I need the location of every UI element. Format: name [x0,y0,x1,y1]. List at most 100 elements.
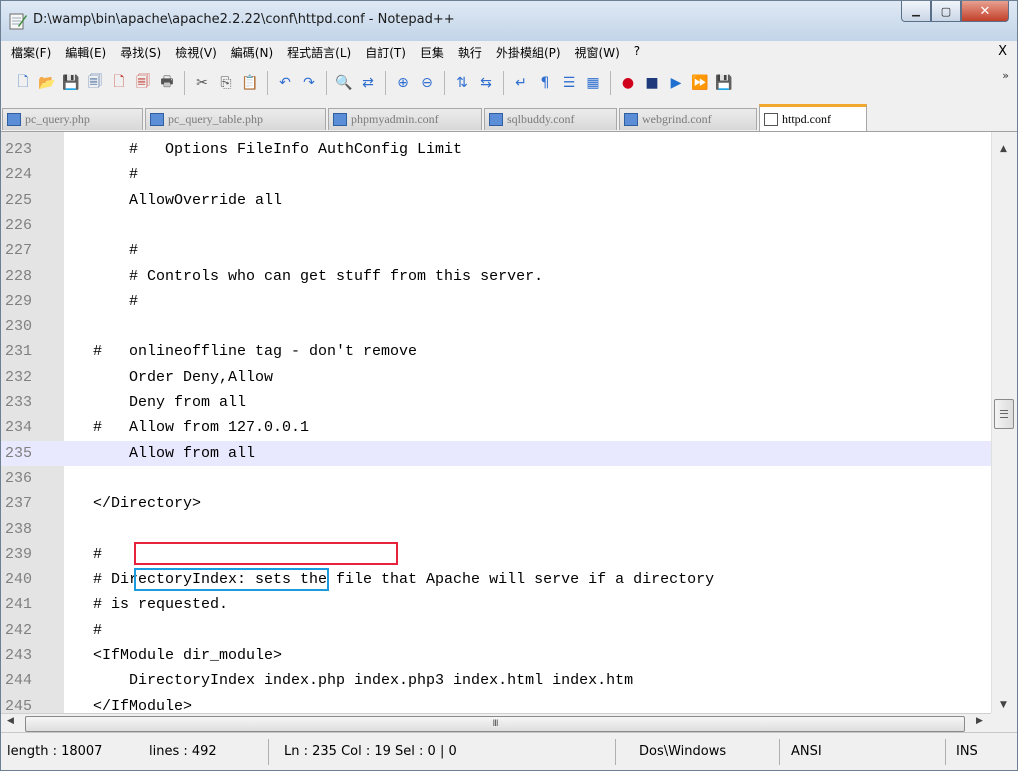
code-line[interactable]: 230 [1,314,991,339]
code-line[interactable]: 233 Deny from all [1,390,991,415]
line-number: 237 [5,495,33,513]
close-document-icon[interactable]: X [998,44,1007,59]
menu-item[interactable]: 視窗(W) [568,44,627,61]
menu-item[interactable]: 程式語言(L) [280,44,358,61]
redo-button[interactable]: ↷ [299,73,319,93]
code-line[interactable]: 223 # Options FileInfo AuthConfig Limit [1,137,991,162]
code-line[interactable]: 236 [1,466,991,491]
scroll-down-icon[interactable]: ▼ [1000,700,1007,710]
notepadpp-window: D:\wamp\bin\apache\apache2.2.22\conf\htt… [0,0,1018,771]
word-wrap-icon: ↵ [515,75,527,91]
line-number: 232 [5,368,33,386]
scroll-left-icon[interactable]: ◀ [7,716,14,726]
scroll-up-icon[interactable]: ▲ [1000,144,1007,154]
open-file-button[interactable]: 📂 [37,73,57,93]
status-length: length : 18007 [7,744,103,759]
maximize-button[interactable]: ▢ [931,1,961,22]
current-line[interactable]: 235 Allow from all [1,440,991,466]
paste-button[interactable]: 📋 [240,73,260,93]
menu-item[interactable]: 自訂(T) [358,44,413,61]
sync-horizontal-button[interactable]: ⇆ [476,73,496,93]
close-file-button[interactable]: 🗋 [109,73,129,93]
menu-item[interactable]: 編碼(N) [224,44,280,61]
menu-item[interactable]: 檢視(V) [168,44,224,61]
undo-button[interactable]: ↶ [275,73,295,93]
line-number: 231 [5,343,33,361]
replace-button[interactable]: ⇄ [358,73,378,93]
code-line[interactable]: 244 DirectoryIndex index.php index.php3 … [1,668,991,693]
code-line[interactable]: 226 [1,213,991,238]
file-icon [7,113,21,126]
toolbar-separator [385,71,386,95]
tab-phpmyadmin-conf[interactable]: phpmyadmin.conf [328,108,482,130]
toolbar-separator [267,71,268,95]
tab-pc-query-table-php[interactable]: pc_query_table.php [145,108,326,130]
notepadpp-app-icon [9,13,27,30]
tab-webgrind-conf[interactable]: webgrind.conf [619,108,757,130]
line-text: Order Deny,Allow [93,368,274,386]
line-text: # [93,166,139,184]
line-number: 240 [5,571,33,589]
scroll-right-icon[interactable]: ▶ [976,716,983,726]
minimize-button[interactable]: ▁ [901,1,931,22]
word-wrap-button[interactable]: ↵ [511,73,531,93]
sync-horizontal-icon: ⇆ [480,75,492,91]
editor-area[interactable]: 223 # Options FileInfo AuthConfig Limit 2… [1,131,1017,715]
code-line[interactable]: 227 # [1,238,991,263]
close-window-button[interactable]: ✕ [961,1,1009,22]
menu-item[interactable]: ? [627,44,647,61]
code-line[interactable]: 238 [1,517,991,542]
sync-vertical-button[interactable]: ⇅ [452,73,472,93]
doc-map-button[interactable]: ▦ [583,73,603,93]
menu-item[interactable]: 巨集 [413,44,451,61]
macro-stop-button[interactable]: ■ [642,73,662,93]
zoom-in-button[interactable]: ⊕ [393,73,413,93]
tab-sqlbuddy-conf[interactable]: sqlbuddy.conf [484,108,617,130]
menu-item[interactable]: 外掛模組(P) [489,44,568,61]
copy-button[interactable]: ⎘ [216,73,236,93]
code-line[interactable]: 234 # Allow from 127.0.0.1 [1,415,991,440]
cut-button[interactable]: ✂ [192,73,212,93]
tab-label: phpmyadmin.conf [351,112,439,126]
menu-item[interactable]: 執行 [451,44,489,61]
code-line[interactable]: 231 # onlineoffline tag - don't remove [1,339,991,364]
show-all-chars-button[interactable]: ¶ [535,73,555,93]
macro-save-icon: 💾 [715,75,733,91]
macro-run-multiple-button[interactable]: ⏩ [690,73,710,93]
vertical-scrollbar[interactable]: ▲ ▼ [991,132,1017,714]
tab-label: webgrind.conf [642,112,712,126]
find-button[interactable]: 🔍 [334,73,354,93]
tab-httpd-conf[interactable]: httpd.conf [759,104,867,132]
indent-guide-button[interactable]: ☰ [559,73,579,93]
macro-save-button[interactable]: 💾 [714,73,734,93]
macro-play-button[interactable]: ▶ [666,73,686,93]
print-button[interactable]: 🖶 [157,73,177,93]
code-line[interactable]: 242 # [1,618,991,643]
code-line[interactable]: 224 # [1,162,991,187]
macro-record-button[interactable]: ● [618,73,638,93]
toolbar-overflow-icon[interactable]: » [1002,69,1009,82]
indent-guide-icon: ☰ [562,75,576,91]
menu-item[interactable]: 尋找(S) [113,44,168,61]
close-icon: ✕ [979,3,991,19]
save-button[interactable]: 💾 [61,73,81,93]
code-line[interactable]: 237 </Directory> [1,491,991,516]
tab-pc-query-php[interactable]: pc_query.php [2,108,143,130]
code-line[interactable]: 228 # Controls who can get stuff from th… [1,264,991,289]
code-line[interactable]: 232 Order Deny,Allow [1,365,991,390]
code-line[interactable]: 243 <IfModule dir_module> [1,643,991,668]
code-line[interactable]: 225 AllowOverride all [1,188,991,213]
menu-item[interactable]: 編輯(E) [58,44,113,61]
close-all-button[interactable]: 🗐 [133,73,153,93]
vertical-scroll-thumb[interactable] [994,399,1014,429]
horizontal-scroll-thumb[interactable]: III [25,716,965,732]
horizontal-scrollbar[interactable]: ◀ III ▶ [1,713,991,733]
code-line[interactable]: 241 # is requested. [1,592,991,617]
menu-item[interactable]: 檔案(F) [4,44,58,61]
code-line[interactable]: 229 # [1,289,991,314]
title-bar[interactable]: D:\wamp\bin\apache\apache2.2.22\conf\htt… [1,1,1017,41]
zoom-out-button[interactable]: ⊖ [417,73,437,93]
save-all-button[interactable]: 🗐 [85,73,105,93]
new-file-button[interactable]: 🗋 [13,73,33,93]
line-text: # Options FileInfo AuthConfig Limit [93,141,463,158]
